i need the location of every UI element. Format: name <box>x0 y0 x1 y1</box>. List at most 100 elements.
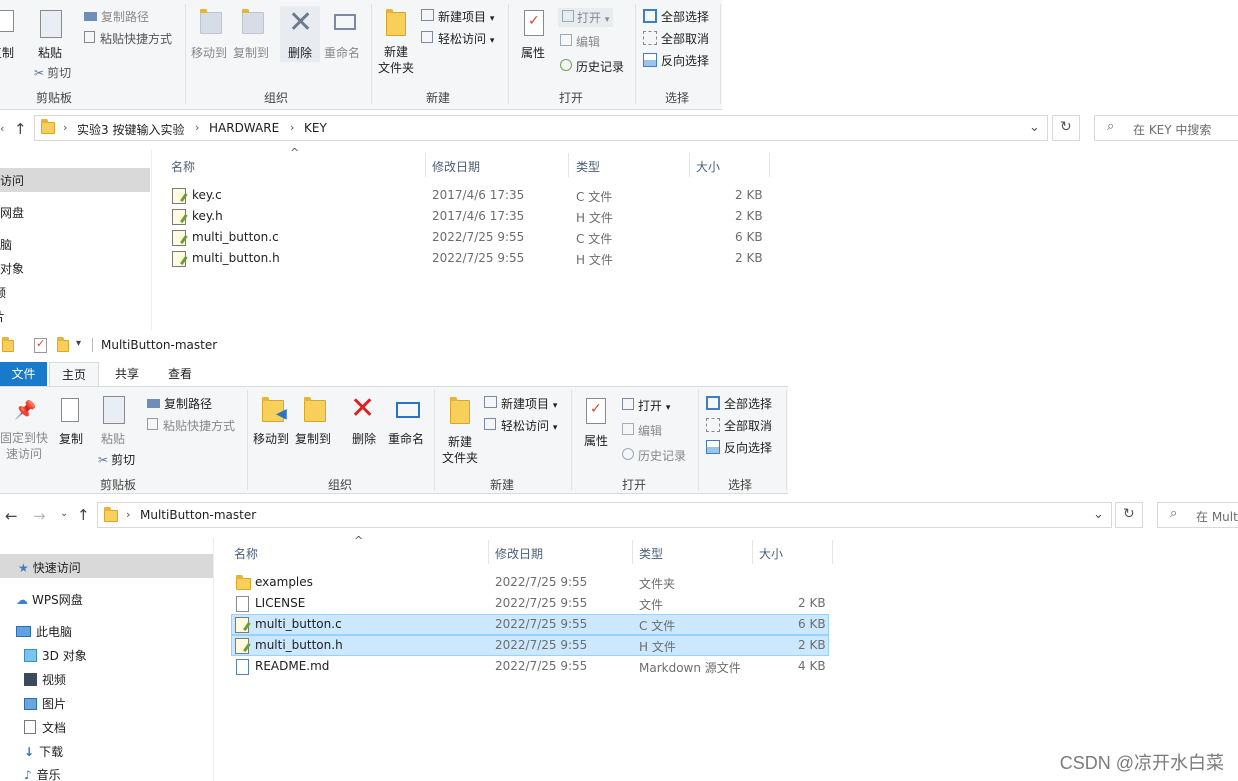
chevron-down-icon[interactable]: ⌄ <box>1093 507 1104 522</box>
rename-label: 重命名 <box>324 46 361 60</box>
nav-expand-icon[interactable]: ‹ <box>0 122 4 135</box>
copy-button[interactable]: 复制 <box>0 6 24 62</box>
move-to-button[interactable]: ◀ 移动到 <box>252 392 292 456</box>
open-button[interactable]: 打开 ▾ <box>558 8 614 27</box>
nav-item-wps[interactable]: 网盘 <box>0 204 24 221</box>
table-row[interactable]: multi_button.h 2022/7/25 9:55 H 文件 2 KB <box>231 636 831 657</box>
cut-button[interactable]: ✂ 剪切 <box>98 451 135 468</box>
up-arrow-icon[interactable]: ↑ <box>14 120 27 138</box>
back-arrow-icon[interactable]: ← <box>5 507 18 525</box>
history-button[interactable]: 历史记录 <box>560 58 624 75</box>
column-header-size[interactable]: 大小 <box>759 545 783 562</box>
delete-button[interactable]: ✕ 删除 <box>344 392 384 456</box>
new-folder-quick-icon[interactable] <box>57 337 69 352</box>
nav-item-pictures[interactable]: 图片 <box>24 695 66 712</box>
breadcrumb-2[interactable]: HARDWARE <box>209 121 279 135</box>
table-row[interactable]: multi_button.c 2022/7/25 9:55 C 文件 6 KB <box>231 615 831 636</box>
tab-file[interactable]: 文件 <box>0 362 47 386</box>
table-row[interactable]: multi_button.c 2022/7/25 9:55 C 文件 6 KB <box>168 228 768 249</box>
select-all-button[interactable]: 全部选择 <box>643 8 709 25</box>
select-all-button[interactable]: 全部选择 <box>706 395 772 412</box>
table-row[interactable]: LICENSE 2022/7/25 9:55 文件 2 KB <box>231 594 831 615</box>
rename-button[interactable]: 重命名 <box>322 6 366 62</box>
copy-to-label: 复制到 <box>295 432 332 446</box>
column-header-modified[interactable]: 修改日期 <box>495 545 543 562</box>
nav-item-this-pc[interactable]: 脑 <box>0 236 12 253</box>
column-header-name[interactable]: 名称 <box>171 158 195 175</box>
nav-item-documents[interactable]: 文档 <box>24 719 66 736</box>
breadcrumb-3[interactable]: KEY <box>304 121 327 135</box>
invert-selection-button[interactable]: 反向选择 <box>706 439 772 456</box>
nav-item-wps[interactable]: ☁ WPS网盘 <box>16 591 83 608</box>
top-address-bar[interactable]: › 实验3 按键输入实验 › HARDWARE › KEY ⌄ <box>34 115 1048 141</box>
paste-button[interactable]: 粘贴 <box>34 6 68 62</box>
window-title: MultiButton-master <box>101 338 218 352</box>
top-search-input[interactable]: ⌕ 在 KEY 中搜索 <box>1094 115 1238 141</box>
copy-path-button[interactable]: 复制路径 <box>147 395 212 412</box>
cut-button[interactable]: ✂ 剪切 <box>34 64 71 81</box>
column-header-type[interactable]: 类型 <box>576 158 600 175</box>
select-none-button[interactable]: 全部取消 <box>706 417 772 434</box>
new-folder-button[interactable]: 新建 文件夹 <box>440 392 480 465</box>
breadcrumb-1[interactable]: 实验3 按键输入实验 <box>77 121 184 138</box>
column-header-type[interactable]: 类型 <box>639 545 663 562</box>
copy-to-button[interactable]: 复制到 <box>294 392 334 456</box>
edit-button[interactable]: 编辑 <box>622 422 662 439</box>
new-item-button[interactable]: 新建项目 ▾ <box>421 8 494 25</box>
table-row[interactable]: multi_button.h 2022/7/25 9:55 H 文件 2 KB <box>168 249 768 270</box>
column-header-modified[interactable]: 修改日期 <box>432 158 480 175</box>
open-button[interactable]: 打开 ▾ <box>622 397 670 414</box>
history-button[interactable]: 历史记录 <box>622 447 686 464</box>
copy-to-button[interactable]: 复制到 <box>232 6 272 62</box>
recent-dropdown-icon[interactable]: ⌄ <box>60 508 68 519</box>
paste-button[interactable]: 粘贴 <box>97 392 131 452</box>
new-item-button[interactable]: 新建项目 ▾ <box>484 395 557 412</box>
new-folder-button[interactable]: 新建 文件夹 <box>376 6 416 76</box>
table-row[interactable]: README.md 2022/7/25 9:55 Markdown 源文件 4 … <box>231 657 831 678</box>
nav-item-downloads[interactable]: ↓ 下载 <box>24 743 63 760</box>
table-row[interactable]: examples 2022/7/25 9:55 文件夹 <box>231 573 831 594</box>
bottom-address-bar[interactable]: › MultiButton-master ⌄ <box>97 502 1112 528</box>
copy-button[interactable]: 复制 <box>55 392 89 452</box>
nav-item-pictures[interactable]: 片 <box>0 308 5 325</box>
nav-item-videos[interactable]: 视频 <box>24 671 66 688</box>
easy-access-button[interactable]: 轻松访问 ▾ <box>421 30 494 47</box>
invert-selection-button[interactable]: 反向选择 <box>643 52 709 69</box>
nav-item-quick-access[interactable]: ★ 快速访问 <box>18 559 81 576</box>
properties-quick-icon[interactable]: ✓ <box>34 337 47 353</box>
customize-qat-icon[interactable]: ▾ <box>76 338 81 349</box>
delete-button[interactable]: ✕ 删除 <box>280 6 320 62</box>
move-to-button[interactable]: 移动到 <box>190 6 230 62</box>
paste-shortcut-button[interactable]: 粘贴快捷方式 <box>84 30 172 47</box>
nav-item-quick-access[interactable]: 访问 <box>0 172 24 189</box>
rename-button[interactable]: 重命名 <box>386 392 430 456</box>
nav-item-music[interactable]: ♪ 音乐 <box>24 766 61 781</box>
nav-item-this-pc[interactable]: 此电脑 <box>16 623 72 640</box>
nav-item-videos[interactable]: 频 <box>0 284 6 301</box>
up-arrow-icon[interactable]: ↑ <box>77 506 90 524</box>
file-modified: 2022/7/25 9:55 <box>495 617 588 631</box>
copy-path-button[interactable]: 复制路径 <box>84 8 149 25</box>
tab-view[interactable]: 查看 <box>155 362 205 386</box>
edit-button[interactable]: 编辑 <box>560 33 600 50</box>
table-row[interactable]: key.h 2017/4/6 17:35 H 文件 2 KB <box>168 207 768 228</box>
column-header-size[interactable]: 大小 <box>696 158 720 175</box>
breadcrumb-1[interactable]: MultiButton-master <box>140 508 256 522</box>
table-row[interactable]: key.c 2017/4/6 17:35 C 文件 2 KB <box>168 186 768 207</box>
select-none-button[interactable]: 全部取消 <box>643 30 709 47</box>
paste-shortcut-button[interactable]: 粘贴快捷方式 <box>147 417 235 434</box>
chevron-down-icon[interactable]: ⌄ <box>1029 120 1040 135</box>
properties-button[interactable]: ✓ 属性 <box>514 6 554 66</box>
refresh-button[interactable]: ↻ <box>1052 115 1080 141</box>
forward-arrow-icon[interactable]: → <box>33 507 46 525</box>
properties-button[interactable]: ✓ 属性 <box>578 392 618 456</box>
nav-item-3d[interactable]: 对象 <box>0 260 24 277</box>
tab-share[interactable]: 共享 <box>102 362 152 386</box>
refresh-button[interactable]: ↻ <box>1115 502 1143 528</box>
nav-item-3d-objects[interactable]: 3D 对象 <box>24 647 87 664</box>
pin-quick-access-button[interactable]: 📌 固定到快 速访问 <box>0 392 50 462</box>
tab-home[interactable]: 主页 <box>49 362 99 386</box>
bottom-search-input[interactable]: ⌕ 在 Mult <box>1157 502 1238 528</box>
easy-access-button[interactable]: 轻松访问 ▾ <box>484 417 557 434</box>
column-header-name[interactable]: 名称 <box>234 545 258 562</box>
